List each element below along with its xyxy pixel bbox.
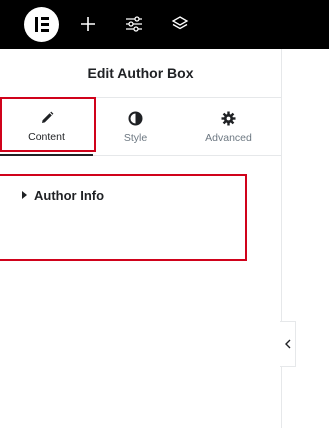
tab-advanced[interactable]: Advanced xyxy=(182,97,275,155)
tab-advanced-label: Advanced xyxy=(205,132,252,144)
half-circle-icon xyxy=(128,111,143,126)
panel-tabs: Content Style Advanced xyxy=(0,97,281,156)
tab-content[interactable]: Content xyxy=(0,97,93,156)
site-settings-button[interactable] xyxy=(119,9,149,39)
panel-title: Edit Author Box xyxy=(0,49,281,98)
caret-right-icon xyxy=(22,191,27,199)
pencil-icon xyxy=(41,111,53,123)
sliders-icon xyxy=(126,16,142,32)
add-element-button[interactable] xyxy=(73,9,103,39)
chevron-left-icon xyxy=(284,339,290,349)
tab-style[interactable]: Style xyxy=(89,97,182,155)
section-author-info[interactable]: Author Info xyxy=(0,175,281,215)
tab-style-label: Style xyxy=(123,132,148,144)
elementor-logo-icon[interactable] xyxy=(24,7,59,42)
structure-button[interactable] xyxy=(165,9,195,39)
layers-icon xyxy=(171,16,189,30)
top-bar xyxy=(0,0,329,49)
gear-icon xyxy=(221,111,236,126)
editor-panel: Edit Author Box Content Style Advanced A… xyxy=(0,49,282,428)
panel-collapse-button[interactable] xyxy=(280,321,296,367)
tab-content-label: Content xyxy=(28,131,65,143)
plus-icon xyxy=(81,17,95,31)
section-author-info-label: Author Info xyxy=(34,187,105,203)
